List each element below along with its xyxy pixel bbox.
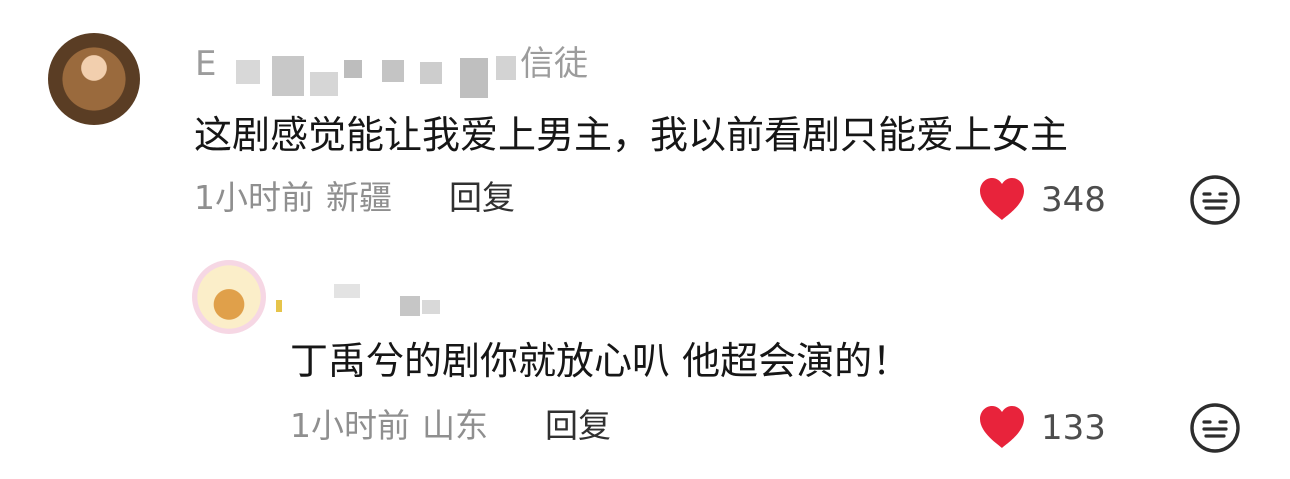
username-mask (272, 56, 304, 96)
reply-button[interactable]: 回复 (449, 178, 515, 218)
username-mask (422, 300, 440, 314)
meh-face-icon[interactable] (1189, 174, 1241, 226)
username-visible-suffix: 信徒 (520, 44, 588, 84)
comment-time: 1小时前 (194, 178, 314, 217)
comment-meta: 1小时前 新疆 (194, 178, 392, 218)
comment-location: 新疆 (326, 178, 392, 217)
comment-location: 山东 (422, 406, 488, 445)
heart-filled-icon[interactable] (977, 404, 1027, 450)
username-visible-part: E (195, 44, 217, 84)
meh-face-icon[interactable] (1189, 402, 1241, 454)
like-count: 348 (1041, 180, 1106, 220)
username-mask (460, 58, 488, 98)
reply-button[interactable]: 回复 (545, 406, 611, 446)
heart-filled-icon[interactable] (977, 176, 1027, 222)
username-mask (344, 60, 362, 78)
username-mask (382, 60, 404, 82)
avatar[interactable] (192, 260, 266, 334)
comment-time: 1小时前 (290, 406, 410, 445)
comment-meta: 1小时前 山东 (290, 406, 488, 446)
username-mask (400, 296, 420, 316)
username-mask (310, 72, 338, 96)
username-mask (276, 300, 282, 312)
username-mask (420, 62, 442, 84)
comment-text: 这剧感觉能让我爱上男主，我以前看剧只能爱上女主 (194, 113, 1069, 157)
like-count: 133 (1041, 408, 1106, 448)
avatar[interactable] (48, 33, 140, 125)
username-mask (236, 60, 260, 84)
comment-text: 丁禹兮的剧你就放心叭 他超会演的！ (290, 339, 911, 383)
username-mask (496, 56, 516, 80)
username-mask (334, 284, 360, 298)
